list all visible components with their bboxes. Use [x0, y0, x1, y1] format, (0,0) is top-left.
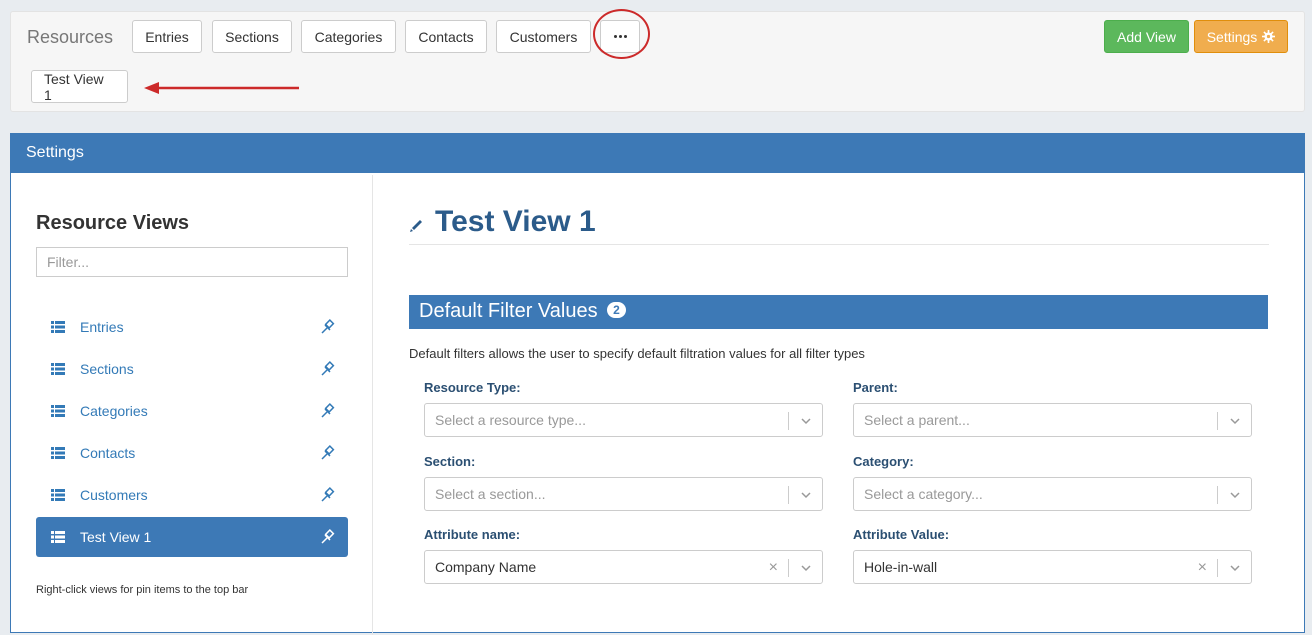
more-button[interactable]: [600, 20, 640, 53]
pinned-view-label: Test View 1: [44, 70, 104, 103]
tab-customers[interactable]: Customers: [496, 20, 591, 53]
pin-icon[interactable]: [320, 403, 336, 419]
attribute-name-select[interactable]: Company Name ×: [424, 550, 823, 584]
top-bar: Resources Entries Sections Categories Co…: [10, 9, 1305, 112]
pinned-view-test-view-1[interactable]: Test View 1: [31, 70, 128, 103]
tab-sections[interactable]: Sections: [212, 20, 292, 53]
list-icon: [51, 489, 65, 501]
parent-label: Parent:: [853, 380, 898, 395]
sidebar-item-customers[interactable]: Customers: [36, 475, 348, 515]
sidebar-item-contacts[interactable]: Contacts: [36, 433, 348, 473]
list-icon: [51, 321, 65, 333]
tab-label: Sections: [225, 28, 279, 45]
sidebar-note: Right-click views for pin items to the t…: [36, 584, 249, 596]
parent-select[interactable]: Select a parent...: [853, 403, 1252, 437]
select-separator: [1217, 559, 1218, 577]
pin-icon[interactable]: [320, 529, 336, 545]
sidebar-title: Resource Views: [36, 212, 190, 234]
sidebar-item-entries[interactable]: Entries: [36, 307, 348, 347]
tab-label: Customers: [509, 28, 578, 45]
tab-label: Categories: [314, 28, 383, 45]
resource-type-label: Resource Type:: [424, 380, 521, 395]
tab-label: Contacts: [418, 28, 474, 45]
annotation-arrow-icon: [144, 82, 299, 94]
list-icon: [51, 363, 65, 375]
filter-input[interactable]: [36, 247, 348, 277]
sidebar-item-label: Categories: [80, 403, 148, 419]
select-separator: [788, 486, 789, 504]
sidebar-item-test-view-1[interactable]: Test View 1: [36, 517, 348, 557]
select-value: Company Name: [435, 559, 537, 575]
panel-header: Settings: [11, 134, 1304, 173]
sidebar-item-label: Entries: [80, 319, 124, 335]
sidebar-item-label: Customers: [80, 487, 148, 503]
section-select[interactable]: Select a section...: [424, 477, 823, 511]
section-label: Section:: [424, 454, 476, 469]
select-separator: [1217, 412, 1218, 430]
brand-label: Resources: [27, 27, 114, 47]
tab-entries[interactable]: Entries: [132, 20, 202, 53]
chevron-down-icon: [801, 418, 811, 425]
select-value: Hole-in-wall: [864, 559, 938, 575]
sidebar-item-sections[interactable]: Sections: [36, 349, 348, 389]
select-placeholder: Select a category...: [864, 486, 983, 502]
chevron-down-icon: [1230, 492, 1240, 499]
chevron-down-icon: [801, 492, 811, 499]
sidebar-item-label: Contacts: [80, 445, 136, 461]
resource-views-sidebar: Resource Views Entries Sections Categori…: [11, 175, 373, 635]
pin-icon[interactable]: [320, 445, 336, 461]
select-placeholder: Select a section...: [435, 486, 546, 502]
default-filter-section-header: Default Filter Values 2: [409, 295, 1268, 329]
attribute-name-label: Attribute name:: [424, 527, 521, 542]
chevron-down-icon: [1230, 565, 1240, 572]
attribute-value-label: Attribute Value:: [853, 527, 950, 542]
pin-icon[interactable]: [320, 361, 336, 377]
pin-icon[interactable]: [320, 319, 336, 335]
select-placeholder: Select a resource type...: [435, 412, 586, 428]
select-separator: [788, 412, 789, 430]
resource-type-select[interactable]: Select a resource type...: [424, 403, 823, 437]
pencil-icon[interactable]: [409, 217, 425, 233]
list-icon: [51, 405, 65, 417]
page-title: Test View 1: [435, 205, 596, 238]
pin-icon[interactable]: [320, 487, 336, 503]
select-separator: [788, 559, 789, 577]
sidebar-item-label: Test View 1: [80, 529, 152, 545]
view-list: Entries Sections Categories Contacts Cus: [36, 307, 348, 559]
clear-icon[interactable]: ×: [1198, 560, 1207, 576]
tab-categories[interactable]: Categories: [301, 20, 396, 53]
tab-label: Entries: [145, 28, 189, 45]
settings-button[interactable]: Settings: [1194, 20, 1288, 53]
list-icon: [51, 447, 65, 459]
list-icon: [51, 531, 65, 543]
add-view-button[interactable]: Add View: [1104, 20, 1189, 53]
clear-icon[interactable]: ×: [769, 560, 778, 576]
select-placeholder: Select a parent...: [864, 412, 970, 428]
add-view-label: Add View: [1117, 28, 1176, 45]
category-select[interactable]: Select a category...: [853, 477, 1252, 511]
attribute-value-select[interactable]: Hole-in-wall ×: [853, 550, 1252, 584]
chevron-down-icon: [801, 565, 811, 572]
sidebar-item-categories[interactable]: Categories: [36, 391, 348, 431]
count-badge: 2: [607, 302, 626, 318]
section-description: Default filters allows the user to speci…: [409, 346, 865, 361]
sidebar-item-label: Sections: [80, 361, 134, 377]
select-separator: [1217, 486, 1218, 504]
tab-contacts[interactable]: Contacts: [405, 20, 487, 53]
title-row: Test View 1: [409, 205, 1269, 245]
settings-label: Settings: [1206, 28, 1258, 45]
more-dots-icon: [613, 35, 627, 38]
gear-icon: [1262, 30, 1276, 43]
category-label: Category:: [853, 454, 914, 469]
chevron-down-icon: [1230, 418, 1240, 425]
section-title: Default Filter Values: [419, 300, 598, 322]
settings-panel: Settings Resource Views Entries Sections…: [10, 133, 1305, 635]
